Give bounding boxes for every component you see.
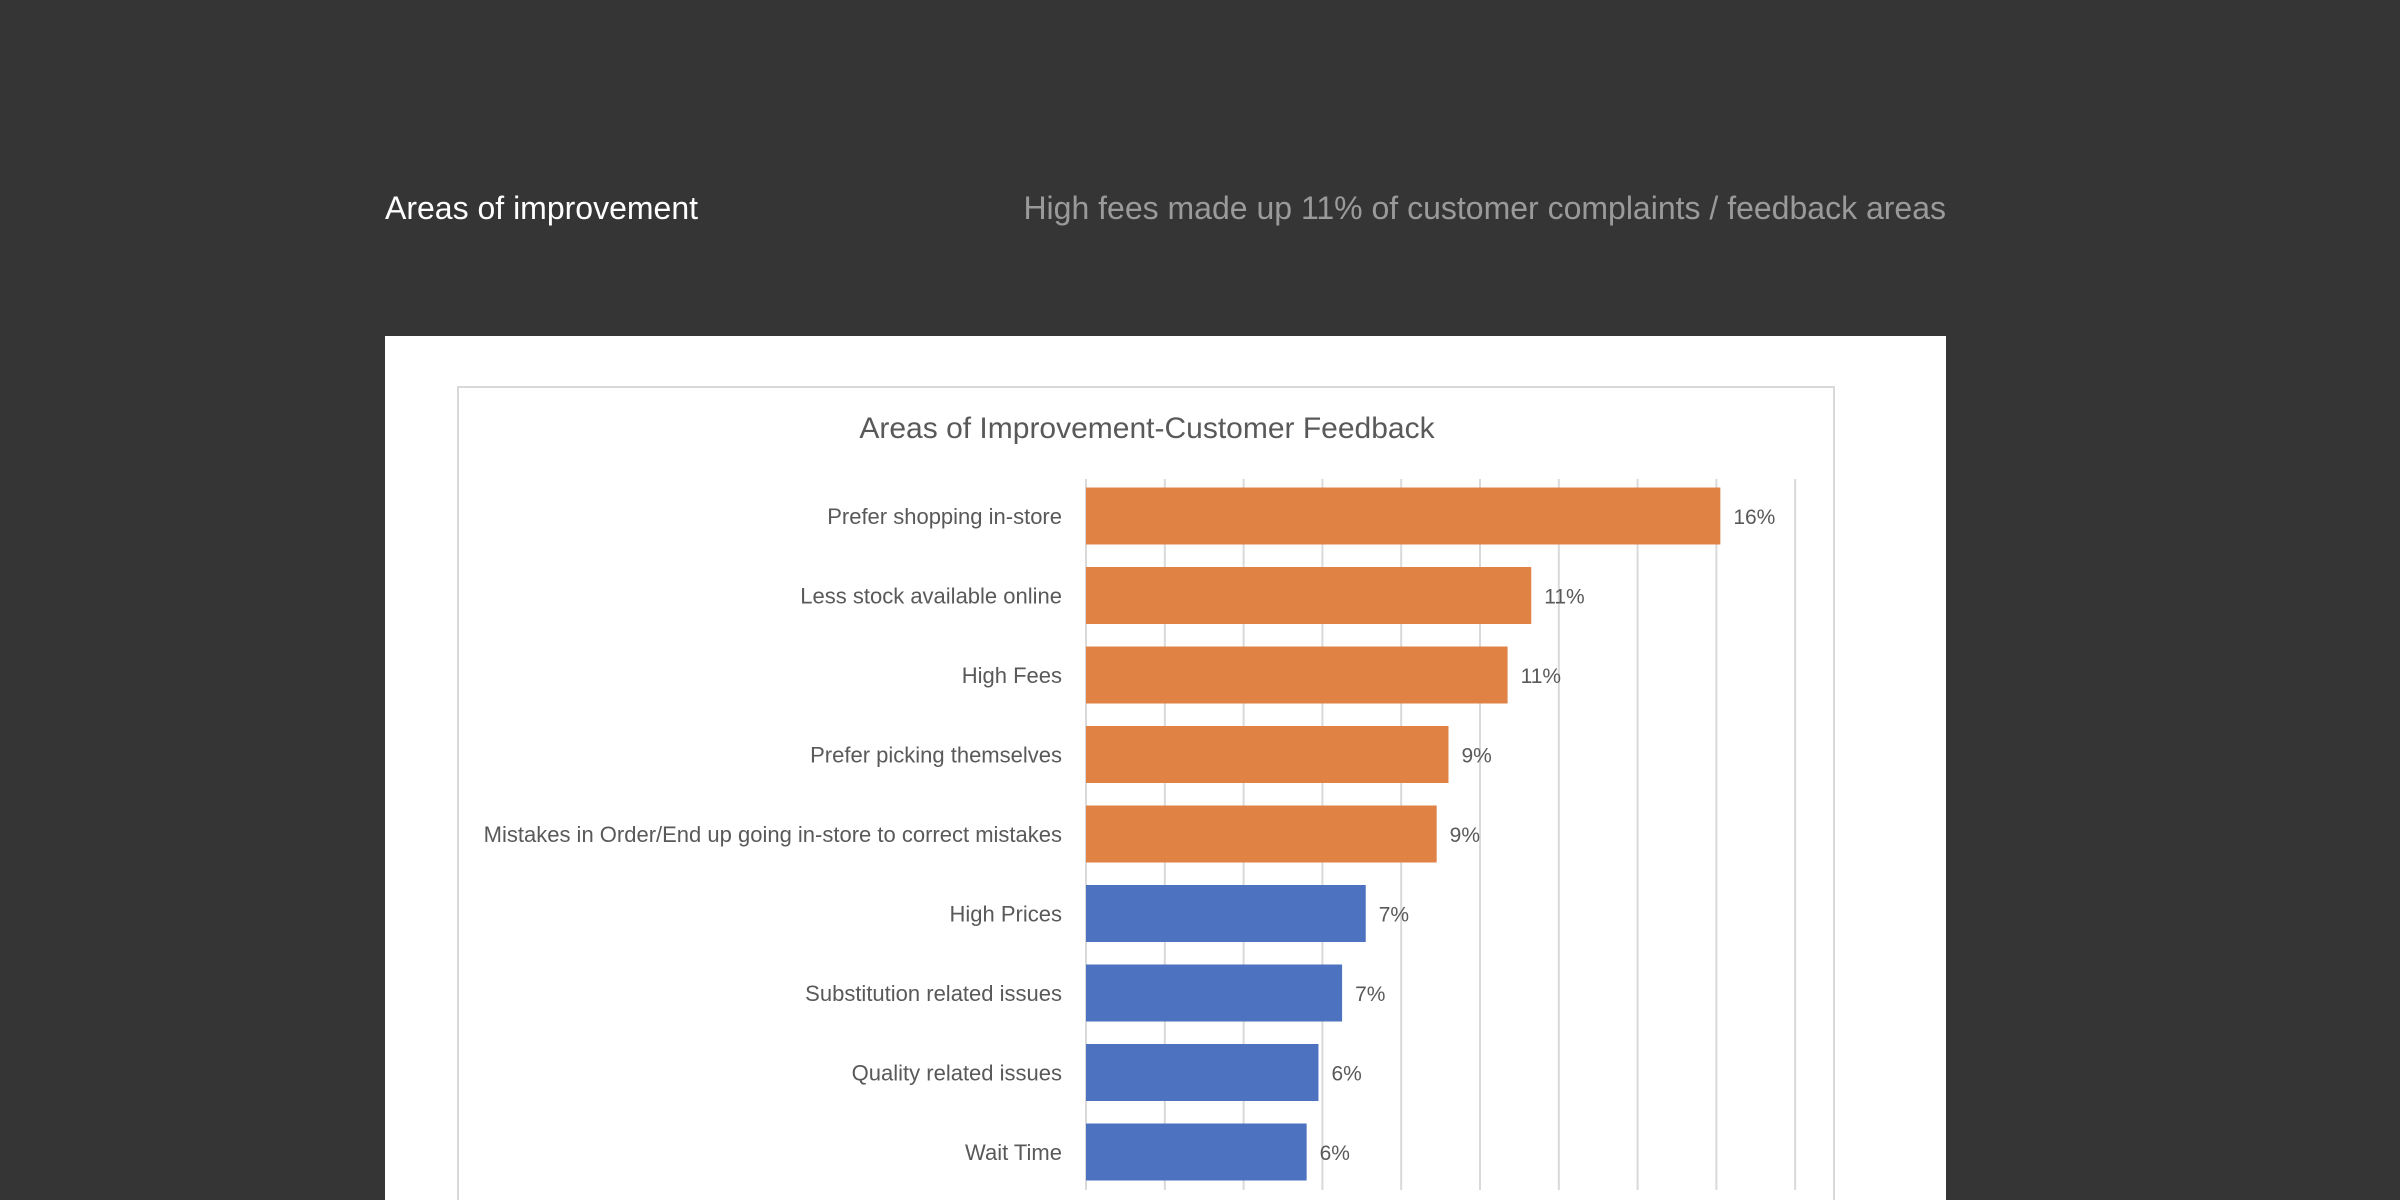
bar: [1086, 726, 1449, 783]
data-label: 11%: [1521, 665, 1561, 688]
category-label: Wait Time: [965, 1140, 1062, 1165]
slide-title: Areas of improvement: [385, 190, 699, 226]
bar: [1086, 646, 1508, 704]
data-label: 9%: [1450, 824, 1480, 847]
bar-layer: [1086, 487, 1721, 1181]
category-label: High Prices: [950, 902, 1062, 927]
data-label: 16%: [1733, 506, 1775, 529]
category-label: Less stock available online: [800, 584, 1062, 609]
data-label: 9%: [1461, 745, 1491, 768]
bar: [1086, 1044, 1319, 1101]
bar-chart: Prefer shopping in-store 16% Less stock av…: [484, 412, 1797, 1190]
slide-subtitle: High fees made up 11% of customer compla…: [1023, 190, 1946, 226]
chart-panel: Prefer shopping in-store 16% Less stock av…: [385, 336, 1946, 1200]
bar: [1086, 567, 1532, 624]
bar: [1086, 964, 1343, 1022]
category-label: Substitution related issues: [805, 981, 1062, 1006]
chart-title: Areas of Improvement-Customer Feedback: [859, 412, 1435, 445]
category-label: High Fees: [962, 663, 1062, 688]
bar: [1086, 487, 1721, 545]
data-label: 6%: [1331, 1063, 1361, 1086]
slide: Areas of improvement High fees made up 1…: [0, 0, 2400, 1200]
data-label: 6%: [1320, 1142, 1350, 1165]
category-label: Prefer shopping in-store: [827, 504, 1062, 529]
bar: [1086, 885, 1366, 942]
category-label: Mistakes in Order/End up going in-store …: [484, 822, 1062, 847]
category-label: Quality related issues: [852, 1061, 1062, 1086]
category-label: Prefer picking themselves: [810, 743, 1062, 768]
data-label: 7%: [1379, 904, 1409, 927]
data-label: 11%: [1544, 586, 1584, 609]
data-label: 7%: [1355, 983, 1385, 1006]
bar: [1086, 805, 1437, 863]
bar: [1086, 1123, 1307, 1181]
